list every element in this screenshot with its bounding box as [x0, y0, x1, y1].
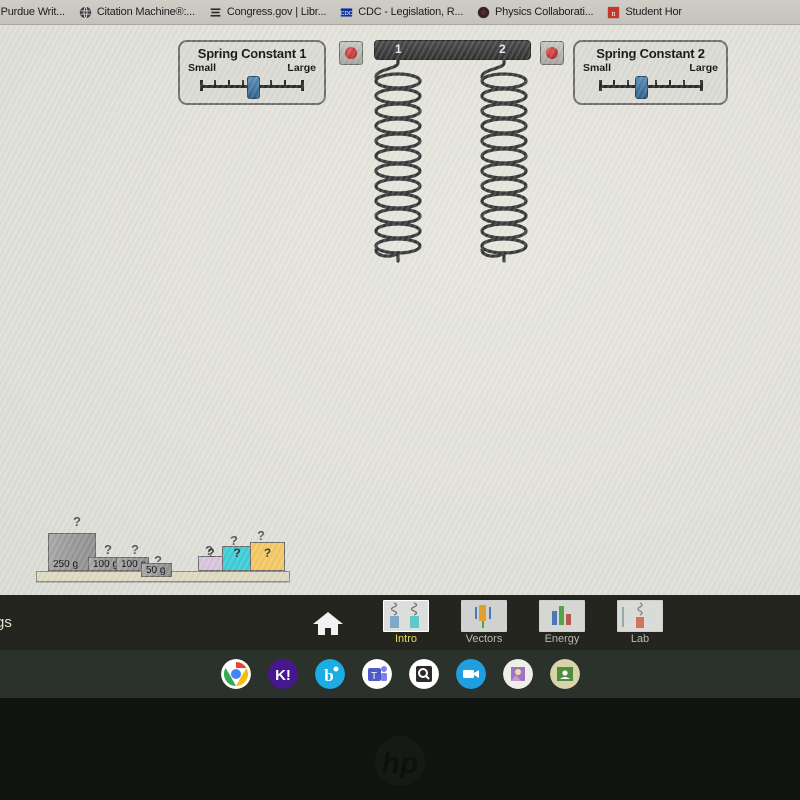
laptop-photo: // Purdue Writ... Citation Machine®:... … — [0, 0, 800, 800]
mystery-weight-cyan[interactable]: ? — [222, 546, 252, 571]
large-label: Large — [689, 62, 718, 74]
bookmark-purdue[interactable]: // Purdue Writ... — [0, 6, 65, 18]
small-label: Small — [583, 62, 612, 74]
bookmark-label: Citation Machine®:... — [96, 6, 195, 18]
slider-tick — [654, 80, 657, 86]
spring-constant-1-panel: Spring Constant 1 Small Large — [178, 40, 326, 105]
simulation-canvas: Spring Constant 1 Small Large Spring Con… — [0, 25, 800, 595]
weight-50g[interactable]: 50 g — [141, 563, 172, 577]
small-label: Small — [188, 62, 217, 74]
browser-bookmark-bar: // Purdue Writ... Citation Machine®:... … — [0, 0, 800, 25]
nav-items: Intro Vectors Energy Lab — [300, 595, 668, 650]
slider-knob[interactable] — [247, 76, 260, 99]
kahoot-icon[interactable]: K! — [267, 659, 298, 689]
weight-hook-icon: ? — [104, 542, 112, 557]
brainpop-icon[interactable]: b — [314, 659, 345, 689]
mystery-label: ? — [233, 546, 241, 560]
svg-text:hp: hp — [382, 747, 419, 780]
photo-app-icon[interactable] — [502, 659, 533, 689]
spring-1[interactable] — [360, 55, 440, 275]
tab-thumbnail-energy — [539, 600, 585, 632]
video-camera-icon[interactable] — [455, 659, 486, 689]
tab-lab[interactable]: Lab — [612, 600, 668, 645]
bookmark-label: CDC - Legislation, R... — [358, 6, 464, 18]
bookmark-citation-machine[interactable]: Citation Machine®:... — [79, 5, 195, 19]
spring-2[interactable] — [466, 55, 546, 275]
spring-constant-1-slider[interactable] — [200, 76, 304, 99]
tab-vectors[interactable]: Vectors — [456, 600, 512, 645]
panel-range-labels: Small Large — [575, 61, 726, 74]
globe-icon — [79, 5, 91, 19]
weight-label: 250 g — [53, 559, 79, 570]
tab-energy[interactable]: Energy — [534, 600, 590, 645]
large-label: Large — [287, 62, 316, 74]
weight-label: 100 g — [93, 559, 119, 570]
tab-label: Intro — [394, 633, 417, 645]
tab-intro[interactable]: Intro — [378, 600, 434, 645]
spring-constant-2-panel: Spring Constant 2 Small Large — [573, 40, 728, 105]
dark-circle-icon — [477, 6, 490, 18]
tab-label: Lab — [630, 633, 650, 645]
bookmark-label: // Purdue Writ... — [0, 6, 65, 18]
simulation-nav-bar: gs Intro Vectors Energy Lab — [0, 595, 800, 650]
google-classroom-icon[interactable] — [549, 659, 580, 689]
search-app-icon[interactable] — [408, 659, 439, 689]
chrome-icon[interactable] — [220, 659, 251, 689]
mystery-label: ? — [207, 546, 215, 560]
bookmark-student-home[interactable]: n Student Hor — [607, 6, 682, 19]
slider-tick — [270, 80, 272, 86]
mystery-weight-purple[interactable]: ? — [198, 546, 224, 571]
svg-text:K!: K! — [275, 667, 291, 684]
tab-label: Vectors — [465, 633, 503, 645]
microsoft-teams-icon[interactable]: T — [361, 659, 392, 689]
weight-hook-icon: ? — [131, 542, 139, 557]
svg-text:T: T — [370, 671, 376, 682]
svg-text:CDC: CDC — [341, 10, 353, 16]
hp-logo-icon: hp — [375, 736, 425, 786]
bookmark-label: Physics Collaborati... — [495, 6, 594, 18]
tab-thumbnail-vectors — [461, 600, 507, 632]
red-square-n-icon: n — [608, 6, 620, 18]
slider-tick — [214, 80, 216, 86]
bookmark-label: Student Hor — [625, 6, 682, 18]
home-icon — [313, 611, 343, 635]
mystery-weight-orange[interactable]: ? — [250, 542, 285, 571]
panel-range-labels: Small Large — [180, 61, 324, 74]
slider-knob[interactable] — [634, 76, 648, 99]
bookmark-congress[interactable]: Congress.gov | Libr... — [209, 6, 326, 19]
congress-icon — [210, 7, 221, 17]
slider-tick — [668, 80, 671, 86]
bookmark-cdc[interactable]: CDC CDC - Legislation, R... — [340, 6, 464, 19]
tab-thumbnail-intro — [383, 600, 429, 632]
panel-title: Spring Constant 2 — [596, 46, 705, 61]
red-circle-icon — [345, 47, 357, 59]
spring-2-number: 2 — [499, 42, 506, 56]
sim-title-partial: gs — [0, 614, 12, 631]
red-circle-icon — [546, 47, 558, 59]
spring-constant-2-slider[interactable] — [598, 76, 703, 99]
svg-text:b: b — [324, 666, 333, 685]
panel-title: Spring Constant 1 — [197, 46, 307, 61]
os-taskbar: K! b T — [0, 650, 800, 698]
mystery-hook-icon: ? — [257, 528, 265, 543]
weight-label: 50 g — [146, 565, 166, 576]
weight-hook-icon: ? — [73, 514, 81, 529]
slider-tick — [682, 80, 685, 86]
bookmark-label: Congress.gov | Libr... — [226, 6, 327, 18]
slider-tick — [626, 80, 629, 86]
svg-text:n: n — [612, 8, 616, 17]
slider-tick — [284, 80, 286, 86]
cdc-icon: CDC — [341, 7, 353, 16]
bookmark-physics-collaborative[interactable]: Physics Collaborati... — [477, 6, 594, 19]
spring-1-number: 1 — [395, 42, 402, 56]
slider-tick — [612, 80, 615, 86]
mystery-label: ? — [263, 546, 272, 560]
slider-tick — [242, 80, 244, 86]
tab-label: Energy — [544, 633, 580, 645]
slider-tick — [228, 80, 230, 86]
nav-home-button[interactable] — [300, 608, 356, 638]
tab-thumbnail-lab — [617, 600, 663, 632]
